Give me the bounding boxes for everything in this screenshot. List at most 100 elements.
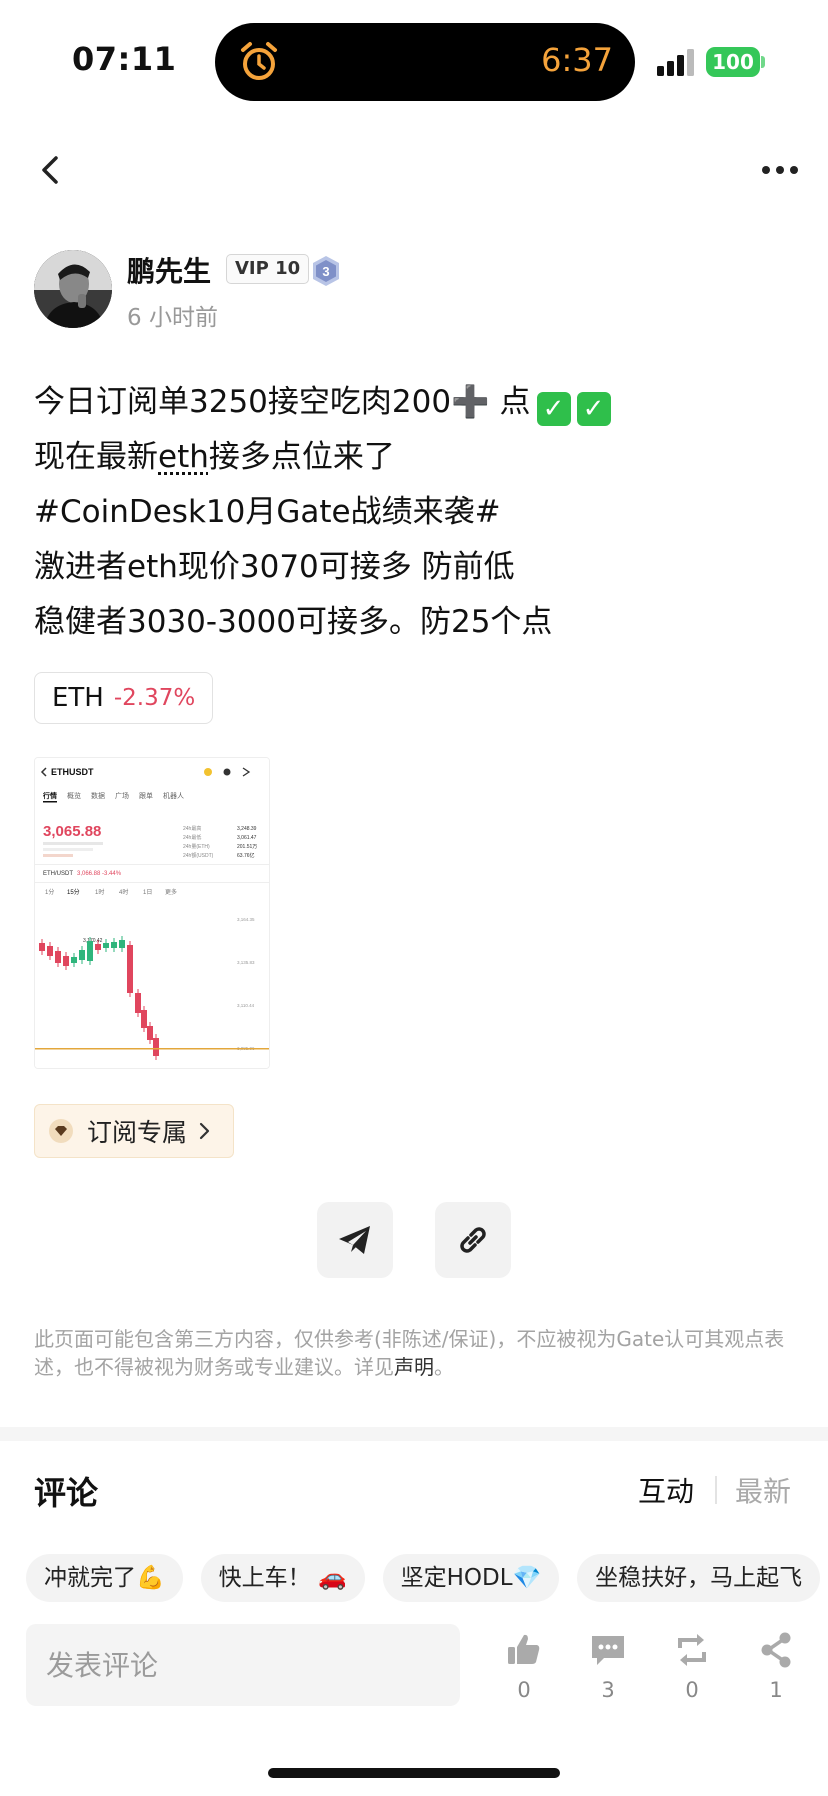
section-divider [0, 1427, 828, 1441]
post-line-1-text: 今日订阅单3250接空吃肉200➕ 点 [34, 384, 531, 420]
copy-link-button[interactable] [435, 1202, 511, 1278]
svg-text:24h最低: 24h最低 [183, 834, 201, 841]
quick-reply-chip[interactable]: 快上车！ 🚗 [200, 1554, 365, 1602]
post-time: 6 小时前 [127, 305, 218, 331]
chevron-left-icon[interactable] [36, 150, 66, 190]
comments-title: 评论 [34, 1474, 99, 1512]
author-name[interactable]: 鹏先生 [127, 250, 211, 290]
battery-tip [761, 56, 765, 68]
post-line-2-suffix: 接多点位来了 [208, 439, 395, 475]
svg-text:行情: 行情 [42, 791, 57, 800]
like-button[interactable]: 0 [494, 1630, 554, 1702]
quick-reply-chips: 冲就完了💪 快上车！ 🚗 坚定HODL💎 坐稳扶好，马上起飞 [26, 1554, 828, 1602]
subscribe-exclusive-button[interactable]: 订阅专属 [34, 1104, 234, 1158]
svg-text:24h量(ETH): 24h量(ETH) [183, 843, 210, 850]
post-line-4: 激进者eth现价3070可接多 防前低 [34, 549, 515, 585]
home-indicator [268, 1768, 560, 1778]
share-button[interactable]: 1 [746, 1630, 806, 1702]
svg-text:24h最高: 24h最高 [183, 825, 201, 832]
svg-text:1时: 1时 [95, 888, 104, 896]
diamond-icon [49, 1119, 73, 1143]
svg-text:ETHUSDT: ETHUSDT [51, 767, 94, 777]
battery-indicator: 100 [706, 47, 760, 77]
svg-text:广场: 广场 [115, 791, 129, 800]
disclaimer-link[interactable]: 声明 [394, 1355, 434, 1379]
post-content: 今日订阅单3250接空吃肉200➕ 点 ✓ ✓ 现在最新eth接多点位来了 #Coi… [34, 375, 794, 650]
candle-body [71, 957, 77, 963]
comment-count: 3 [601, 1678, 615, 1702]
svg-text:3,248.39: 3,248.39 [237, 826, 257, 832]
sort-divider [715, 1476, 717, 1504]
check-mark-icon: ✓ [536, 392, 571, 426]
svg-text:3,065.88: 3,065.88 [43, 823, 101, 840]
svg-text:24h额(USDT): 24h额(USDT) [183, 852, 214, 859]
svg-text:跟单: 跟单 [139, 791, 153, 800]
sort-interaction-tab[interactable]: 互动 [638, 1470, 694, 1510]
svg-text:3,135.83: 3,135.83 [237, 960, 255, 965]
post-line-2-prefix: 现在最新 [34, 439, 158, 475]
candle-body [147, 1026, 153, 1040]
ticker-change: -2.37% [113, 685, 196, 711]
candle-body [127, 945, 133, 993]
candle-body [135, 993, 141, 1013]
svg-text:3,110.44: 3,110.44 [237, 1003, 255, 1008]
comment-bubble-icon [592, 1636, 624, 1665]
dynamic-island[interactable]: 6:37 [215, 23, 635, 101]
disclaimer-end: 。 [434, 1355, 454, 1379]
repost-icon [678, 1634, 706, 1666]
hashtag-link[interactable]: #CoinDesk10月Gate战绩来袭# [34, 485, 794, 540]
candle-body [79, 950, 85, 960]
like-count: 0 [517, 1678, 531, 1702]
quick-reply-chip[interactable]: 坚定HODL💎 [382, 1554, 560, 1602]
author-avatar[interactable] [34, 250, 112, 328]
comment-button[interactable]: 3 [578, 1630, 638, 1702]
candle-body [87, 941, 93, 961]
more-dots-icon[interactable] [760, 160, 800, 180]
ticker-name: ETH [52, 683, 104, 713]
svg-text:4时: 4时 [119, 888, 128, 896]
post-image[interactable]: ETHUSDT 行情 概览 数据 广场 跟单 机器人 3,065.88 24h最… [34, 757, 270, 1069]
candle-body [141, 1010, 147, 1028]
post-line-5: 稳健者3030-3000可接多。防25个点 [34, 604, 553, 640]
ticker-chip[interactable]: ETH -2.37% [34, 672, 214, 724]
share-icon [761, 1632, 791, 1668]
svg-text:1分: 1分 [45, 888, 54, 896]
svg-text:15分: 15分 [67, 888, 80, 896]
check-mark-icon: ✓ [576, 392, 611, 426]
vip-badge: VIP 10 [226, 254, 310, 284]
candle-body [95, 944, 101, 950]
avatar-portrait [34, 250, 112, 328]
timer-text: 6:37 [541, 41, 613, 79]
comment-input[interactable] [26, 1624, 460, 1706]
svg-text:3,164.35: 3,164.35 [237, 917, 255, 922]
svg-text:3,061.47: 3,061.47 [237, 835, 257, 841]
svg-text:3: 3 [322, 264, 329, 279]
repost-count: 0 [685, 1678, 699, 1702]
alarm-clock-icon [241, 42, 277, 80]
signal-icon [657, 49, 694, 76]
svg-text:机器人: 机器人 [163, 791, 184, 800]
candle-body [103, 943, 109, 948]
candle-body [111, 942, 117, 948]
svg-text:201.51万: 201.51万 [237, 844, 257, 850]
post-line-2: 现在最新eth接多点位来了 [34, 430, 794, 485]
post-line-1: 今日订阅单3250接空吃肉200➕ 点 ✓ ✓ [34, 375, 794, 430]
subscribe-label: 订阅专属 [87, 1118, 188, 1147]
thumbs-up-icon [508, 1634, 540, 1664]
status-time: 07:11 [72, 40, 177, 78]
quick-reply-chip[interactable]: 冲就完了💪 [26, 1554, 183, 1602]
quick-reply-chip[interactable]: 坐稳扶好，马上起飞 [577, 1554, 821, 1602]
candle-body [63, 956, 69, 966]
repost-button[interactable]: 0 [662, 1630, 722, 1702]
telegram-icon [339, 1226, 370, 1254]
svg-text:3,066.88 -3.44%: 3,066.88 -3.44% [77, 871, 122, 877]
telegram-share-button[interactable] [317, 1202, 393, 1278]
trading-screenshot: ETHUSDT 行情 概览 数据 广场 跟单 机器人 3,065.88 24h最… [35, 758, 269, 1068]
candle-body [153, 1038, 159, 1056]
svg-text:更多: 更多 [165, 888, 177, 896]
svg-text:63.76亿: 63.76亿 [237, 852, 255, 859]
eth-link[interactable]: eth [158, 439, 209, 475]
sort-latest-tab[interactable]: 最新 [735, 1470, 791, 1510]
svg-text:概览: 概览 [67, 791, 81, 800]
level-badge-icon: 3 [313, 256, 339, 286]
